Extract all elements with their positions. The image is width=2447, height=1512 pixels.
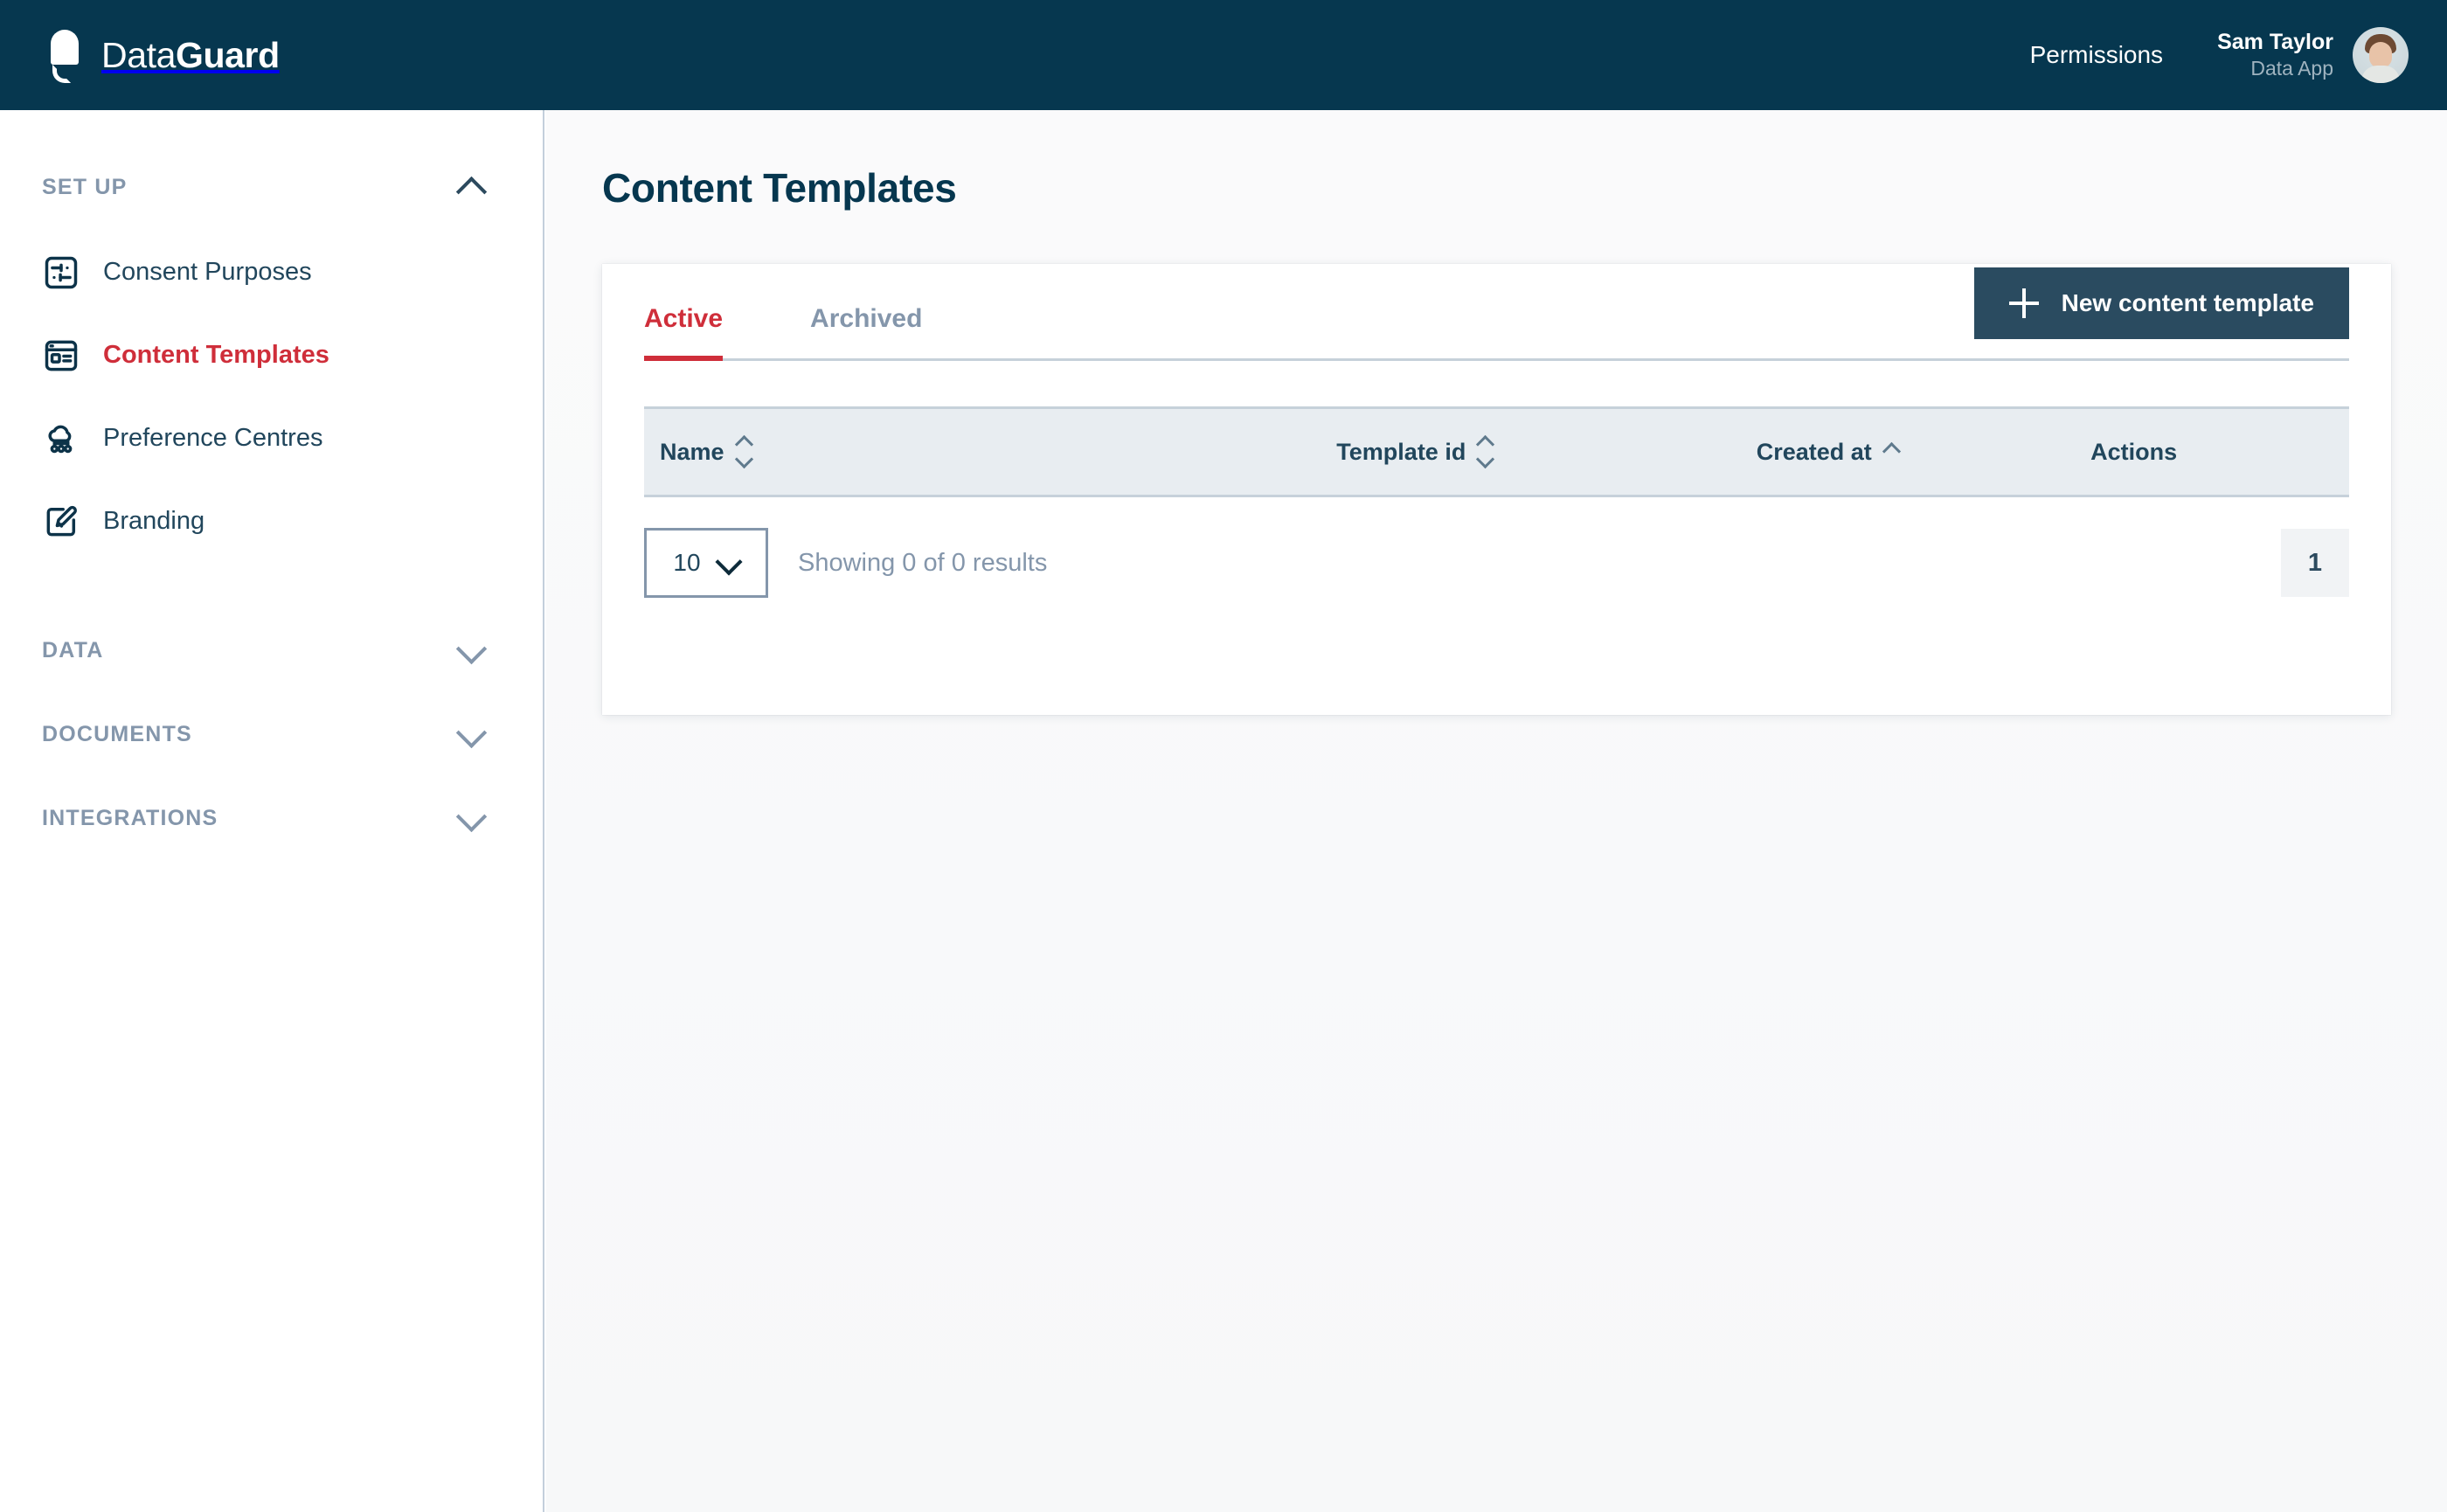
user-menu[interactable]: Sam Taylor Data App bbox=[2217, 27, 2409, 83]
sort-toggle-template-id-icon[interactable] bbox=[1476, 434, 1497, 469]
column-label-name: Name bbox=[660, 438, 724, 465]
page-size-value: 10 bbox=[673, 549, 701, 576]
user-info: Sam Taylor Data App bbox=[2217, 28, 2333, 81]
brand-logo[interactable]: DataGuard bbox=[45, 30, 280, 83]
template-window-icon bbox=[45, 340, 78, 371]
chevron-down-icon[interactable] bbox=[457, 809, 487, 827]
sidebar-navigation: SET UP Consent Purposes Content Template… bbox=[0, 110, 544, 1512]
tab-archived[interactable]: Archived bbox=[810, 304, 922, 358]
plus-icon bbox=[2008, 288, 2039, 318]
table-header-row: Name Template id Created at Actions bbox=[644, 406, 2349, 497]
tab-active[interactable]: Active bbox=[644, 304, 724, 361]
sidebar-section-data[interactable]: DATA bbox=[0, 608, 543, 692]
pagination-page-1[interactable]: 1 bbox=[2281, 529, 2349, 597]
sidebar-item-label-content-templates: Content Templates bbox=[103, 341, 329, 369]
chevron-down-icon bbox=[717, 556, 739, 570]
sidebar-item-branding[interactable]: Branding bbox=[0, 480, 543, 563]
sidebar-section-label-set-up: SET UP bbox=[42, 174, 128, 199]
column-label-template-id: Template id bbox=[1336, 438, 1466, 465]
user-name: Sam Taylor bbox=[2217, 30, 2333, 55]
column-header-actions: Actions bbox=[2075, 439, 2349, 466]
column-header-name[interactable]: Name bbox=[644, 434, 1321, 469]
content-templates-card: Active Archived New content template Nam… bbox=[602, 264, 2391, 715]
sidebar-item-consent-purposes[interactable]: Consent Purposes bbox=[0, 231, 543, 314]
pagination: 1 bbox=[2281, 529, 2349, 597]
avatar[interactable] bbox=[2353, 27, 2409, 83]
sidebar-item-content-templates[interactable]: Content Templates bbox=[0, 314, 543, 397]
page-size-select[interactable]: 10 bbox=[644, 528, 768, 598]
column-label-actions: Actions bbox=[2090, 438, 2178, 465]
new-content-template-label: New content template bbox=[2061, 289, 2314, 316]
sort-ascending-created-at-icon[interactable] bbox=[1882, 441, 1903, 462]
column-header-created-at[interactable]: Created at bbox=[1741, 439, 2075, 466]
results-count-text: Showing 0 of 0 results bbox=[798, 548, 1048, 577]
sidebar-item-label-branding: Branding bbox=[103, 507, 205, 535]
sidebar-item-label-consent-purposes: Consent Purposes bbox=[103, 258, 312, 286]
column-label-created-at: Created at bbox=[1756, 438, 1872, 465]
brand-name-light: Data bbox=[101, 34, 177, 75]
permissions-link[interactable]: Permissions bbox=[2030, 41, 2163, 69]
top-bar-right-group: Permissions Sam Taylor Data App bbox=[2030, 27, 2409, 83]
sidebar-items-set-up: Consent Purposes Content Templates Prefe… bbox=[0, 231, 543, 563]
new-content-template-button[interactable]: New content template bbox=[1973, 267, 2349, 339]
sidebar-section-label-documents: DOCUMENTS bbox=[42, 721, 192, 746]
sidebar-section-label-integrations: INTEGRATIONS bbox=[42, 805, 218, 830]
dataguard-logo-icon bbox=[45, 30, 82, 83]
table-footer: 10 Showing 0 of 0 results 1 bbox=[644, 497, 2349, 628]
tab-bar: Active Archived New content template bbox=[644, 264, 2349, 361]
sidebar-section-set-up[interactable]: SET UP bbox=[0, 159, 543, 215]
page-title: Content Templates bbox=[602, 165, 957, 211]
sidebar-item-label-preference-centres: Preference Centres bbox=[103, 424, 323, 452]
brand-name-bold: Guard bbox=[176, 34, 280, 75]
brush-edit-icon bbox=[46, 505, 77, 536]
user-role: Data App bbox=[2250, 57, 2333, 80]
sidebar-section-label-data: DATA bbox=[42, 637, 104, 662]
cloud-network-icon bbox=[48, 425, 73, 453]
brand-wordmark: DataGuard bbox=[101, 35, 280, 76]
chevron-down-icon[interactable] bbox=[457, 642, 487, 659]
sidebar-item-preference-centres[interactable]: Preference Centres bbox=[0, 397, 543, 480]
chevron-down-icon[interactable] bbox=[457, 725, 487, 743]
sidebar-section-integrations[interactable]: INTEGRATIONS bbox=[0, 776, 543, 860]
main-content: Content Templates Active Archived New co… bbox=[546, 110, 2447, 1512]
sidebar-section-documents[interactable]: DOCUMENTS bbox=[0, 692, 543, 776]
chevron-up-icon[interactable] bbox=[457, 178, 487, 196]
column-header-template-id[interactable]: Template id bbox=[1321, 434, 1740, 469]
sliders-panel-icon bbox=[45, 256, 78, 288]
top-navigation-bar: DataGuard Permissions Sam Taylor Data Ap… bbox=[0, 0, 2447, 110]
sort-toggle-name-icon[interactable] bbox=[734, 434, 756, 469]
